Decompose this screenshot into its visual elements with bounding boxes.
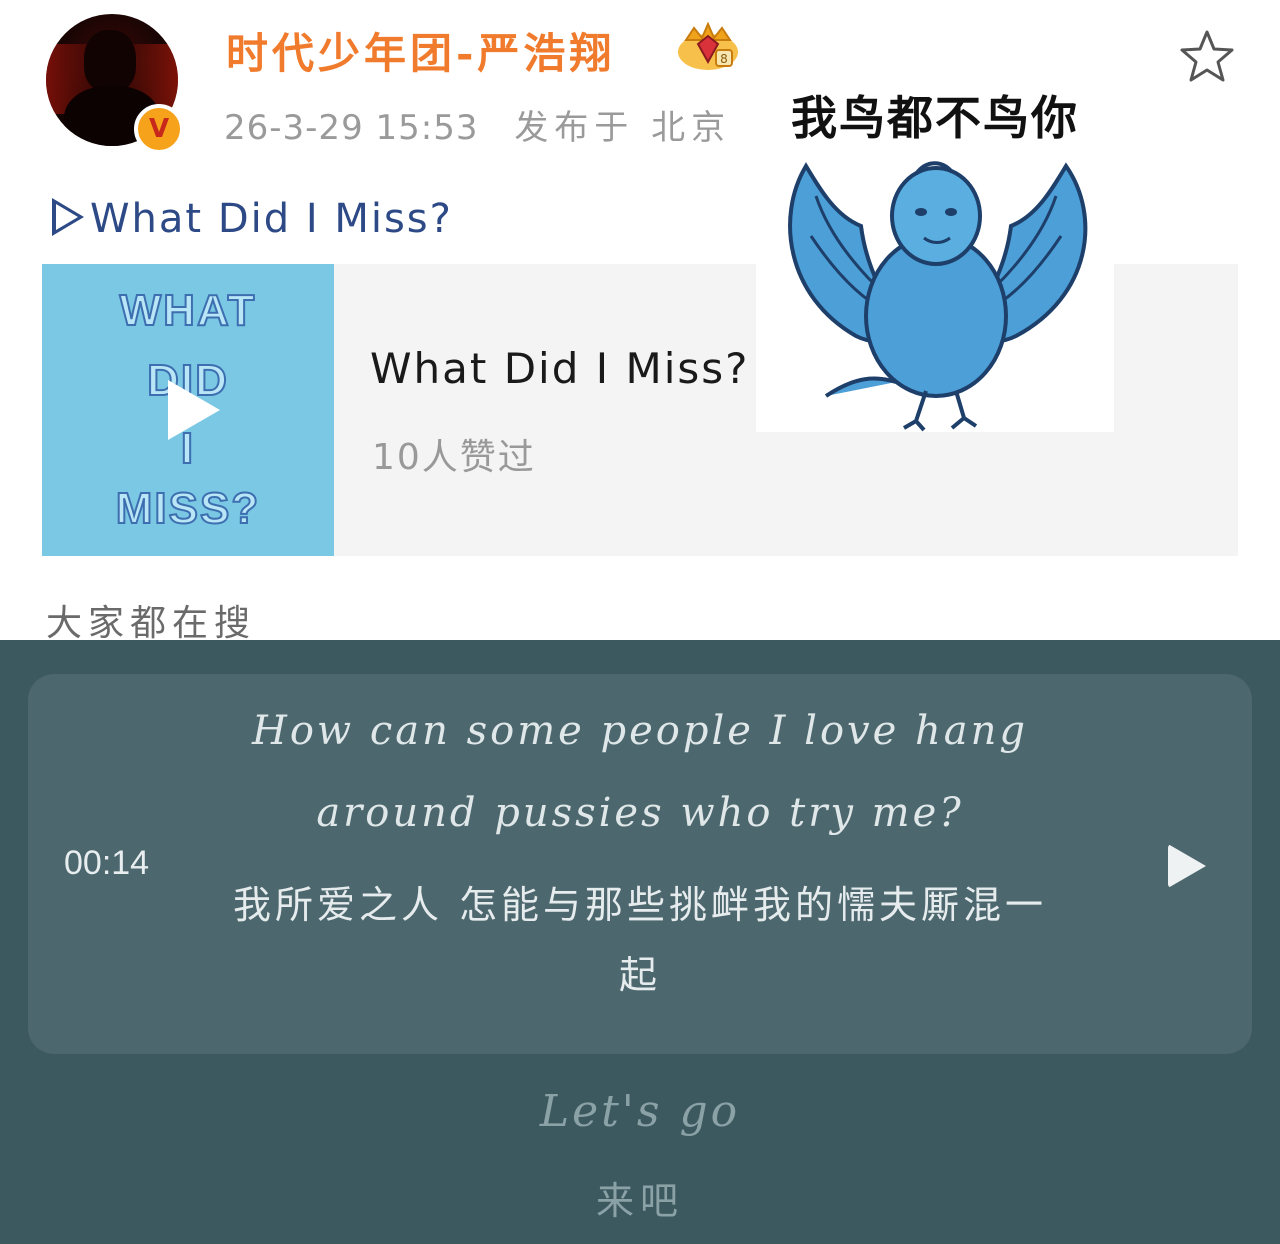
search-hint[interactable]: 大家都在搜 [46, 594, 256, 646]
crown-badge-icon: 8 [678, 22, 738, 70]
post-timestamp: 26-3-29 15:53 [224, 108, 479, 148]
lyrics-panel: 00:14 How can some people I love hang ar… [0, 640, 1280, 1244]
album-cover[interactable]: WHAT DID I MISS? [42, 264, 334, 556]
avatar-head [84, 30, 136, 92]
verified-badge-icon: V [134, 104, 184, 154]
current-lyric-card[interactable]: 00:14 How can some people I love hang ar… [28, 674, 1252, 1054]
lyric-zh-line-2: 起 [618, 953, 661, 997]
music-link-label: What Did I Miss? [90, 196, 453, 242]
cover-text-4: MISS? [115, 483, 261, 534]
music-link[interactable]: What Did I Miss? [52, 194, 453, 242]
post-container: V 时代少年团-严浩翔 8 26-3-29 15:53 发布于 北京 What … [0, 0, 1280, 644]
cover-play-icon[interactable] [168, 380, 220, 440]
blue-bird-icon [788, 161, 1088, 432]
play-triangle-icon [52, 198, 84, 236]
star-icon[interactable] [1178, 28, 1236, 86]
next-lyric-zh: 来吧 [595, 1179, 684, 1223]
post-location: 发布于 北京 [514, 108, 732, 148]
cover-text-1: WHAT [119, 285, 257, 336]
lyric-en-line-1: How can some people I love hang [251, 708, 1029, 754]
play-icon[interactable] [1168, 844, 1206, 888]
music-card-likes: 10人赞过 [372, 437, 536, 478]
post-meta: 26-3-29 15:53 发布于 北京 [224, 100, 731, 149]
svg-text:8: 8 [720, 52, 728, 66]
lyric-en-line-2: around pussies who try me? [316, 790, 964, 836]
meme-sticker: 我鸟都不鸟你 [756, 76, 1114, 432]
meme-caption: 我鸟都不鸟你 [791, 91, 1079, 145]
username[interactable]: 时代少年团-严浩翔 [226, 20, 615, 81]
next-lyric-en: Let's go [539, 1086, 741, 1137]
lyric-zh-line-1: 我所爱之人 怎能与那些挑衅我的懦夫厮混一 [232, 883, 1048, 927]
music-card-title: What Did I Miss? [370, 344, 750, 393]
